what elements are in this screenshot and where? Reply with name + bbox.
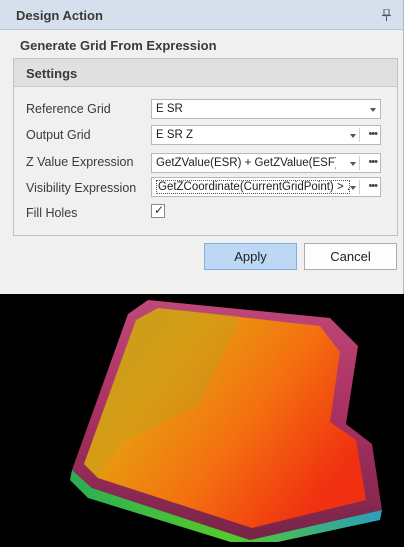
- pin-icon[interactable]: [382, 9, 391, 21]
- surface-render: [70, 300, 382, 547]
- chevron-down-icon[interactable]: [370, 108, 376, 112]
- 3d-viewport[interactable]: [0, 294, 404, 547]
- divider: [359, 180, 360, 194]
- checkmark-icon: ✓: [154, 203, 165, 217]
- apply-button[interactable]: Apply: [204, 243, 297, 270]
- settings-title: Settings: [26, 66, 78, 81]
- ellipsis-icon[interactable]: •••: [368, 128, 378, 140]
- fill-holes-label: Fill Holes: [26, 206, 78, 220]
- panel-title: Design Action: [16, 8, 103, 23]
- settings-header: Settings: [14, 59, 397, 87]
- cancel-button[interactable]: Cancel: [304, 243, 397, 270]
- output-grid-combo[interactable]: E SR Z •••: [151, 125, 381, 145]
- chevron-down-icon[interactable]: [350, 134, 356, 138]
- chevron-down-icon[interactable]: [350, 162, 356, 166]
- visibility-expression-combo[interactable]: GetZCoordinate(CurrentGridPoint) > ... •…: [151, 177, 381, 197]
- fill-holes-checkbox[interactable]: ✓: [151, 203, 165, 218]
- output-grid-value: E SR Z: [156, 129, 194, 141]
- visibility-expression-value: GetZCoordinate(CurrentGridPoint) > ...: [156, 180, 350, 194]
- z-value-expression-combo[interactable]: GetZValue(ESR) + GetZValue(ESF) •••: [151, 153, 381, 173]
- divider: [359, 156, 360, 170]
- reference-grid-label: Reference Grid: [26, 102, 111, 116]
- section-title: Generate Grid From Expression: [20, 38, 217, 53]
- output-grid-label: Output Grid: [26, 128, 91, 142]
- section-header: Generate Grid From Expression: [10, 33, 398, 55]
- z-value-expression-label: Z Value Expression: [26, 155, 134, 169]
- ellipsis-icon[interactable]: •••: [368, 156, 378, 168]
- reference-grid-combo[interactable]: E SR: [151, 99, 381, 119]
- design-action-panel: Design Action Generate Grid From Express…: [0, 0, 404, 294]
- ellipsis-icon[interactable]: •••: [368, 180, 378, 192]
- reference-grid-value: E SR: [156, 103, 183, 115]
- visibility-expression-label: Visibility Expression: [26, 181, 137, 195]
- panel-title-bar: Design Action: [0, 0, 403, 30]
- chevron-down-icon[interactable]: [350, 186, 356, 190]
- z-value-expression-value: GetZValue(ESR) + GetZValue(ESF): [156, 157, 336, 169]
- divider: [359, 128, 360, 142]
